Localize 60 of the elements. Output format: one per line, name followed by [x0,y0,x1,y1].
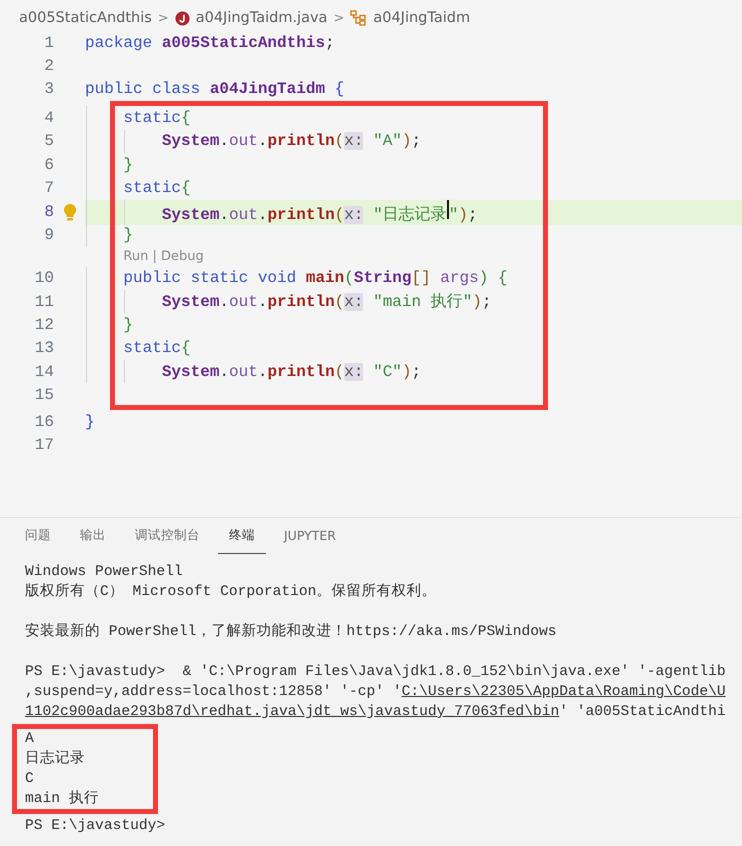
line-number: 8 [43,203,54,222]
code-line: } [122,156,134,174]
breadcrumb-item[interactable]: a04JingTaidm.java [196,10,328,26]
code-line: System.out.println(x: "C"); [160,362,422,381]
line-number: 2 [43,57,54,76]
chevron-icon: > [158,10,169,26]
code-line: System.out.println(x: "A"); [160,132,422,150]
line-number: 1 [43,34,54,52]
breadcrumb-item[interactable]: a005StaticAndthis [19,10,152,26]
panel-tab[interactable]: 终端 [218,518,266,554]
line-number: 10 [34,269,54,288]
codelens-link[interactable]: Run [123,249,148,264]
terminal-line: PS E:\javastudy> & 'C:\Program Files\Java\jdk1.8.0_152\bin\java.exe' '-agentlib [25,663,727,682]
terminal-line: 日志记录 [25,749,86,769]
line-number: 11 [34,292,54,311]
code-line: package a005StaticAndthis; [85,34,335,52]
chevron-icon: > [333,10,344,26]
code-line: } [122,316,134,334]
code-line: static{ [122,179,191,198]
class-structure-icon [350,10,368,26]
line-number: 17 [34,436,54,454]
code-line: static{ [122,108,191,127]
terminal-line: 版权所有（C） Microsoft Corporation。保留所有权利。 [25,582,438,602]
java-file-icon [174,10,190,26]
panel-tab[interactable]: 输出 [69,518,117,554]
lightbulb-icon[interactable] [62,203,76,222]
terminal-line: C [25,770,35,789]
terminal-link[interactable]: C:\Users\22305\AppData\Roaming\Code\U [402,684,726,700]
panel-tab[interactable]: 问题 [14,518,62,554]
terminal-line: main 执行 [25,789,100,809]
panel-tab[interactable]: 调试控制台 [124,518,211,554]
code-line: public static void main(String[] args) { [122,269,508,288]
line-number: 16 [34,412,54,431]
line-number: 3 [43,80,54,98]
line-number: 5 [43,132,54,150]
separator: | [151,249,158,264]
code-line: System.out.println(x: "日志记录"); [85,200,478,225]
code-line: public class a04JingTaidm { [85,80,344,98]
terminal-line: 安装最新的 PowerShell，了解新功能和改进！https://aka.ms/PSWindows [25,622,558,642]
terminal-line: Windows PowerShell [25,563,184,582]
line-number: 15 [34,386,54,404]
line-number: 4 [43,108,54,127]
line-number: 14 [34,362,54,381]
terminal-line: ,suspend=y,address=localhost:12858' '-cp' 'C:\Users\22305\AppData\Roaming\Code\U [25,683,727,702]
line-number: 9 [43,226,54,244]
line-number: 13 [34,339,54,358]
terminal-line: PS E:\javastudy> [25,817,166,836]
code-line: } [122,226,134,244]
line-number: 6 [43,156,54,174]
terminal-link[interactable]: 1102c900adae293b87d\redhat.java\jdt_ws\javastudy_77063fed\bin [25,704,560,720]
terminal-line: A [25,730,35,749]
breadcrumb-item[interactable]: a04JingTaidm [373,10,470,26]
terminal-line: 1102c900adae293b87d\redhat.java\jdt_ws\javastudy_77063fed\bin' 'a005StaticAndthi [25,703,727,722]
code-line: } [85,412,95,431]
code-line: System.out.println(x: "main 执行"); [160,292,492,312]
codelens-link[interactable]: Debug [160,249,204,264]
code-line: static{ [122,339,191,358]
panel-tab[interactable]: JUPYTER [273,518,347,554]
line-number: 7 [43,179,54,198]
line-number: 12 [34,316,54,334]
